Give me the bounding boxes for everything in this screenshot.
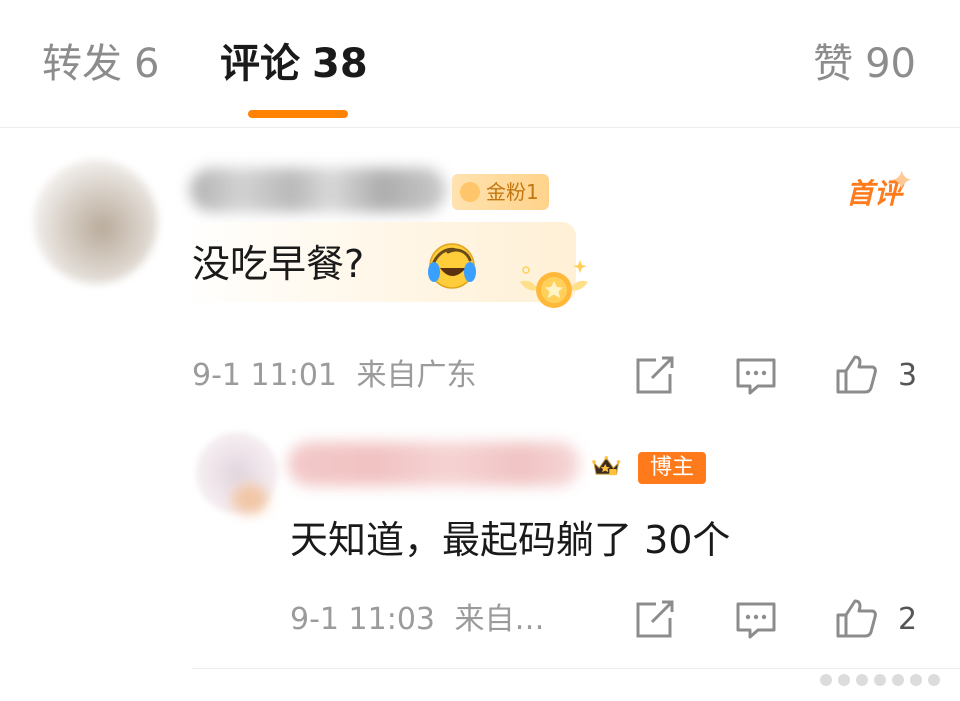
comment-location: 来自广东	[356, 358, 477, 393]
tab-repost-count: 6	[134, 41, 160, 87]
comment-meta: 9-1 11:01 来自广东	[192, 356, 477, 396]
reply-like-count: 2	[898, 602, 918, 637]
reply-icon[interactable]	[734, 600, 778, 640]
tab-comments-label: 评论	[220, 41, 300, 87]
sparkle-icon: ✦	[890, 164, 914, 197]
comment-text: 没吃早餐?	[192, 242, 365, 286]
laughing-crying-emoji-icon	[428, 243, 476, 289]
comment-tabs: 转发 6 评论 38 赞 90	[0, 0, 960, 128]
reply-text: 天知道，最起码躺了 30个	[290, 518, 731, 562]
tab-comments[interactable]: 评论 38	[220, 36, 368, 92]
tab-likes-count: 90	[865, 41, 916, 87]
tab-repost[interactable]: 转发 6	[42, 36, 159, 92]
blogger-avatar-detail	[232, 484, 268, 514]
commenter-avatar[interactable]	[34, 160, 158, 284]
tab-likes[interactable]: 赞 90	[813, 36, 916, 92]
medal-badge-icon	[520, 260, 588, 308]
watermark-dots	[820, 674, 940, 686]
share-icon[interactable]	[634, 600, 678, 640]
blogger-badge: 博主	[638, 452, 707, 484]
active-tab-indicator	[248, 110, 348, 118]
tab-comments-count: 38	[312, 41, 368, 87]
comment-divider	[192, 668, 960, 669]
comment-time: 9-1 11:01	[192, 358, 337, 393]
fan-level-badge[interactable]: 金粉1	[452, 174, 549, 210]
like-icon[interactable]	[834, 354, 878, 394]
comment-like-count: 3	[898, 358, 918, 393]
reply-time: 9-1 11:03	[290, 602, 435, 637]
reply-icon[interactable]	[734, 356, 778, 396]
commenter-username-blurred[interactable]	[190, 168, 446, 212]
tab-likes-label: 赞	[813, 41, 854, 87]
reply-location: 来自…	[454, 602, 545, 637]
like-icon[interactable]	[834, 598, 878, 638]
reply-meta: 9-1 11:03 来自…	[290, 600, 545, 640]
tabs-divider	[0, 127, 960, 128]
tab-repost-label: 转发	[42, 41, 122, 87]
blogger-username-blurred[interactable]	[288, 442, 580, 486]
share-icon[interactable]	[634, 356, 678, 396]
